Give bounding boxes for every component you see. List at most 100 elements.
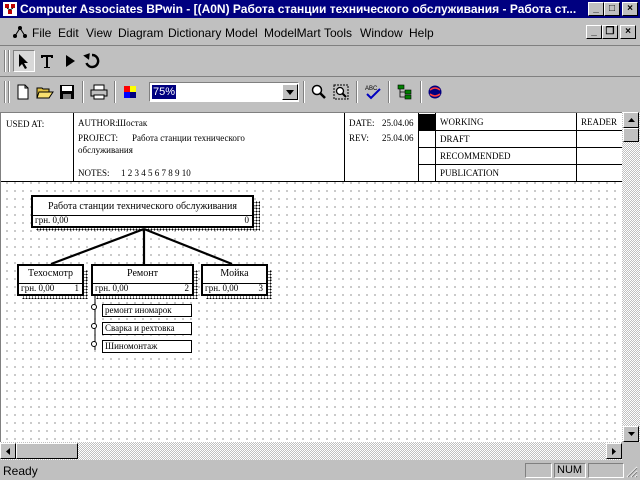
menu-window[interactable]: Window: [360, 26, 403, 40]
document-icon[interactable]: [12, 25, 28, 39]
project-value-line1: Работа станции технического: [132, 133, 245, 143]
node-child-3-name: Мойка: [220, 268, 249, 279]
svg-text:ABC: ABC: [365, 86, 378, 92]
pointer-tool-button[interactable]: [13, 50, 35, 72]
operation-2[interactable]: Сварка и рехтовка: [102, 322, 192, 335]
open-button[interactable]: [34, 81, 56, 103]
author-label: AUTHOR:: [78, 118, 118, 128]
title-bar: Computer Associates BPwin - [(A0N) Работ…: [0, 0, 640, 18]
scroll-thumb[interactable]: [16, 443, 78, 459]
menu-edit[interactable]: Edit: [58, 26, 79, 40]
zoom-in-icon: [311, 84, 326, 99]
status-publication: PUBLICATION: [440, 168, 500, 178]
new-button[interactable]: [12, 81, 34, 103]
maximize-button[interactable]: □: [604, 2, 620, 16]
zoom-select[interactable]: 75%: [149, 82, 299, 102]
scroll-thumb[interactable]: [623, 128, 639, 142]
doc-close-button[interactable]: ×: [620, 25, 636, 39]
standard-toolbar: 75% ABC: [0, 77, 640, 107]
resize-grip-icon[interactable]: [626, 466, 638, 478]
scroll-left-button[interactable]: [0, 443, 16, 459]
undo-icon: [83, 53, 100, 69]
node-child-3[interactable]: Мойка грн. 0,00 3: [201, 264, 268, 296]
doc-minimize-button[interactable]: _: [586, 25, 602, 39]
frame-divider: [418, 147, 622, 148]
menu-view[interactable]: View: [86, 26, 112, 40]
status-working: WORKING: [440, 117, 484, 127]
project-label: PROJECT:: [78, 133, 119, 143]
bpwin-app-icon[interactable]: [3, 2, 17, 16]
menu-file[interactable]: File: [32, 26, 51, 40]
zoom-in-button[interactable]: [308, 81, 330, 103]
node-root-cost: грн. 0,00: [35, 215, 69, 225]
scroll-right-button[interactable]: [606, 443, 622, 459]
text-tool-icon: [41, 55, 53, 68]
node-child-1-cost: грн. 0,00: [21, 283, 55, 293]
status-panel-num: NUM: [554, 463, 586, 478]
zoom-value: 75%: [152, 85, 177, 99]
arrow-right-icon: [612, 447, 616, 455]
operation-bullet: [91, 304, 97, 310]
project-value-line2: обслуживания: [78, 145, 133, 155]
frame-border: [1, 181, 622, 182]
frame-divider: [418, 164, 622, 165]
operation-bullet: [91, 323, 97, 329]
frame-divider: [418, 130, 622, 131]
rev-value: 25.04.06: [382, 133, 414, 143]
print-button[interactable]: [88, 81, 110, 103]
menu-diagram[interactable]: Diagram: [118, 26, 163, 40]
toolbar-grip: [8, 81, 10, 103]
spell-check-button[interactable]: ABC: [362, 81, 384, 103]
node-child-1[interactable]: Техосмотр грн. 0,00 1: [17, 264, 84, 296]
model-explorer-icon: [397, 84, 412, 100]
menu-dictionary[interactable]: Dictionary: [168, 26, 221, 40]
color-button[interactable]: [120, 81, 142, 103]
node-child-1-number: 1: [74, 283, 80, 293]
menu-tools[interactable]: Tools: [324, 26, 352, 40]
text-tool-button[interactable]: [36, 50, 58, 72]
node-root[interactable]: Работа станции технического обслуживания…: [31, 195, 254, 228]
menu-help[interactable]: Help: [409, 26, 434, 40]
toolbar-separator: [82, 81, 84, 103]
close-button[interactable]: ×: [622, 2, 638, 16]
diagram-canvas[interactable]: USED AT: AUTHOR: Шостак PROJECT: Работа …: [0, 112, 622, 442]
date-label: DATE:: [349, 118, 375, 128]
minimize-button[interactable]: _: [588, 2, 604, 16]
new-icon: [17, 84, 29, 100]
menu-modelmart[interactable]: ModelMart: [264, 26, 321, 40]
doc-restore-button[interactable]: ❐: [602, 25, 618, 39]
operation-1[interactable]: ремонт иномарок: [102, 304, 192, 317]
status-draft: DRAFT: [440, 134, 470, 144]
menu-model[interactable]: Model: [225, 26, 258, 40]
modelmart-button[interactable]: [424, 81, 446, 103]
arrow-up-icon: [627, 118, 635, 122]
scroll-down-button[interactable]: [623, 426, 639, 442]
activity-tool-button[interactable]: [59, 50, 81, 72]
horizontal-scrollbar[interactable]: [0, 442, 622, 460]
frame-divider: [73, 113, 74, 181]
node-child-2-cost: грн. 0,00: [95, 283, 129, 293]
arrow-left-icon: [6, 447, 10, 455]
status-bar: Ready NUM: [0, 460, 640, 480]
toolbar-separator: [114, 81, 116, 103]
pointer-icon: [19, 54, 28, 69]
save-button[interactable]: [56, 81, 78, 103]
tool-palette: [0, 46, 640, 77]
zoom-fit-button[interactable]: [330, 81, 352, 103]
toolbar-separator: [356, 81, 358, 103]
menu-bar: File Edit View Diagram Dictionary Model …: [0, 19, 640, 46]
operation-3[interactable]: Шиномонтаж: [102, 340, 192, 353]
undo-tool-button[interactable]: [81, 50, 103, 72]
node-child-2[interactable]: Ремонт грн. 0,00 2: [91, 264, 194, 296]
node-child-3-cost: грн. 0,00: [205, 283, 239, 293]
status-panel-scroll: [588, 463, 624, 478]
toolbar-grip: [8, 50, 10, 72]
notes-value: 1 2 3 4 5 6 7 8 9 10: [121, 168, 191, 178]
arrow-down-icon: [627, 432, 635, 436]
vertical-scrollbar[interactable]: [622, 112, 640, 442]
model-explorer-button[interactable]: [394, 81, 416, 103]
used-at-label: USED AT:: [6, 119, 45, 129]
scroll-up-button[interactable]: [623, 112, 639, 128]
save-icon: [60, 85, 74, 99]
zoom-dropdown-button[interactable]: [282, 84, 298, 100]
